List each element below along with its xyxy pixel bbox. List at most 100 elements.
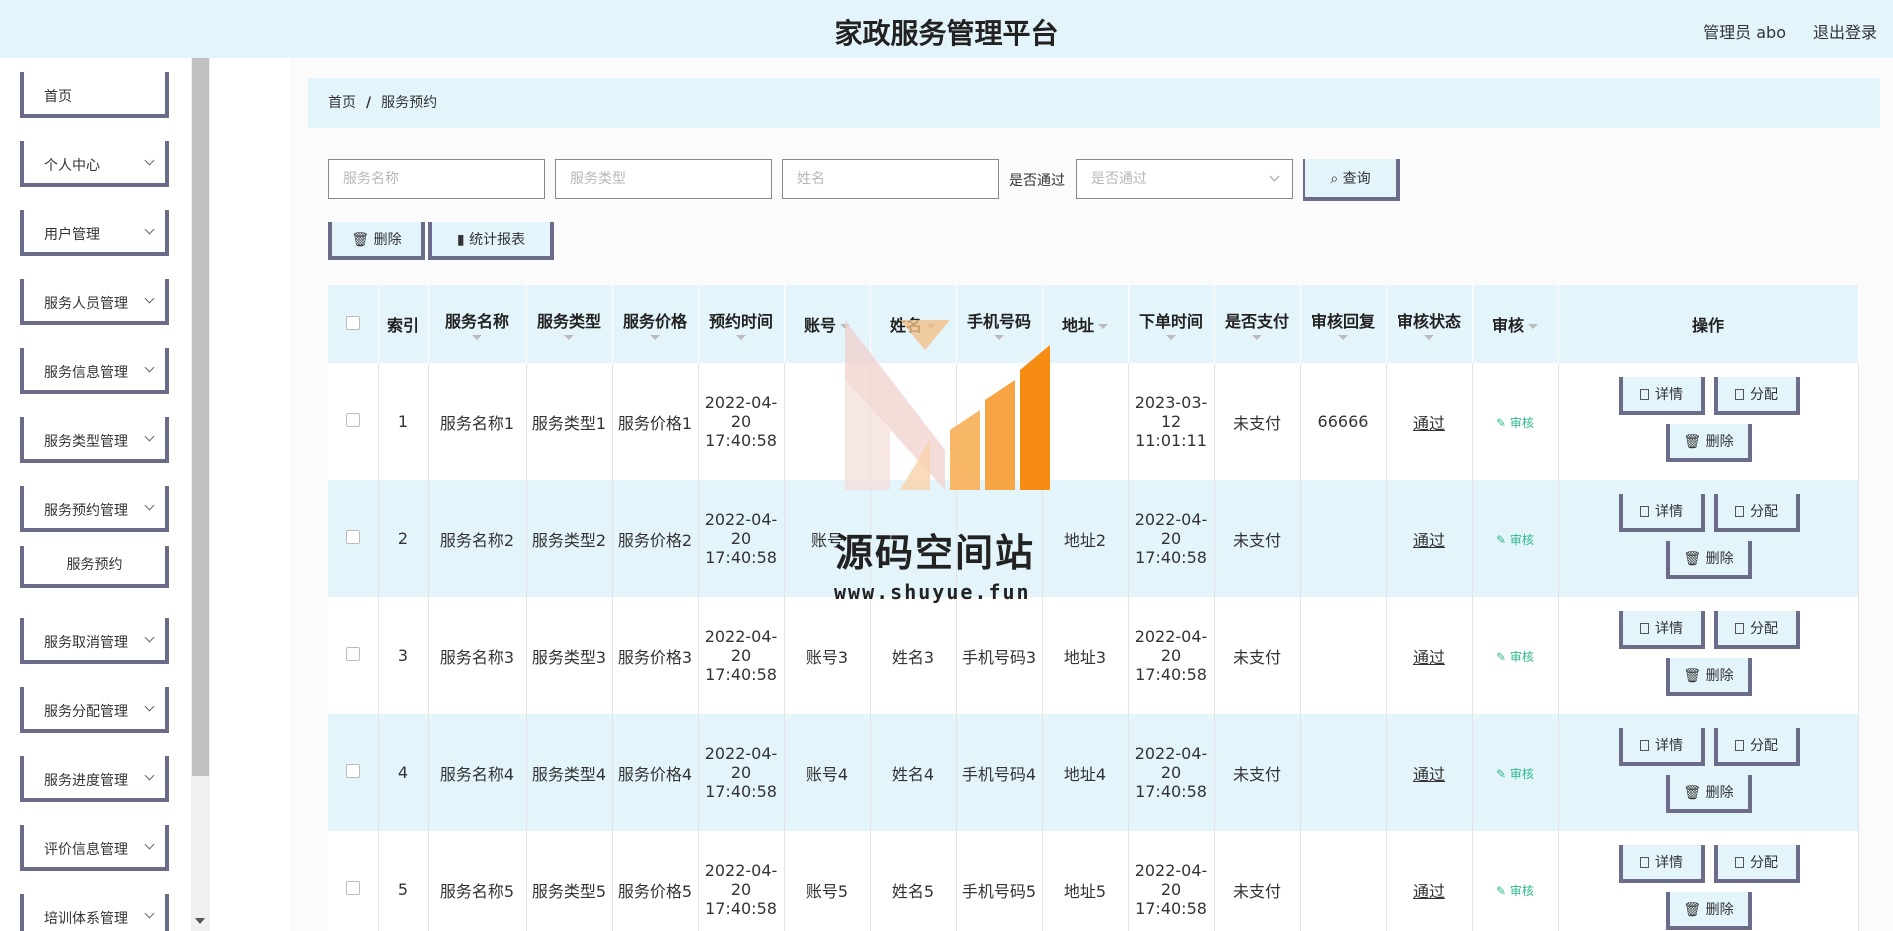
detail-button[interactable]: 详情 — [1618, 611, 1705, 649]
assign-button[interactable]: 分配 — [1713, 728, 1800, 766]
sidebar-scroll-thumb[interactable] — [192, 58, 209, 776]
sidebar-item-review-mgmt[interactable]: 评价信息管理 — [20, 825, 169, 871]
detail-button[interactable]: 详情 — [1618, 845, 1705, 883]
col-booking-time[interactable]: 预约时间 — [698, 285, 785, 363]
row-checkbox[interactable] — [345, 764, 360, 778]
assign-button[interactable]: 分配 — [1713, 611, 1800, 649]
cell-text: 账号4 — [805, 764, 849, 784]
sort-icon[interactable] — [564, 335, 574, 340]
bulk-delete-button[interactable]: 🗑 删除 — [328, 222, 425, 260]
sort-icon[interactable] — [1338, 335, 1348, 340]
cell-text: 3 — [397, 646, 409, 665]
sort-icon[interactable] — [1528, 324, 1538, 329]
logout-link[interactable]: 退出登录 — [1813, 19, 1877, 43]
sidebar-item-service-info[interactable]: 服务信息管理 — [20, 348, 169, 394]
cell-text[interactable]: 通过 — [1413, 765, 1445, 784]
audit-link[interactable]: 审核 — [1510, 533, 1534, 547]
sidebar-item-personal-center[interactable]: 个人中心 — [20, 141, 169, 187]
row-delete-button[interactable]: 🗑 删除 — [1665, 658, 1752, 696]
detail-label: 详情 — [1655, 504, 1683, 520]
bar-chart-icon: ▮ — [456, 232, 465, 248]
sidebar-item-label: 服务人员管理 — [44, 296, 128, 312]
row-delete-button[interactable]: 🗑 删除 — [1665, 541, 1752, 579]
sidebar-subitem-booking[interactable]: 服务预约 — [20, 546, 169, 588]
scroll-down-icon[interactable] — [195, 918, 205, 924]
cell-reply — [1300, 597, 1387, 714]
col-status[interactable]: 审核状态 — [1386, 285, 1473, 363]
service-name-input[interactable] — [328, 159, 545, 199]
select-all-checkbox[interactable] — [345, 315, 360, 330]
cell-text[interactable]: 通过 — [1413, 648, 1445, 667]
report-button[interactable]: ▮ 统计报表 — [428, 222, 554, 260]
table-row: 4 服务名称4 服务类型4 服务价格4 2022-04-20 17:40:58 账号4 姓名… — [328, 714, 1859, 831]
sidebar-item-booking-mgmt[interactable]: 服务预约管理 — [20, 486, 169, 532]
sort-icon[interactable] — [1424, 335, 1434, 340]
sort-icon[interactable] — [1252, 335, 1262, 340]
sort-icon[interactable] — [1098, 324, 1108, 329]
assign-button[interactable]: 分配 — [1713, 377, 1800, 415]
col-service-type[interactable]: 服务类型 — [526, 285, 613, 363]
cell-text: 姓名4 — [891, 764, 935, 784]
sidebar-item-home[interactable]: 首页 — [20, 72, 169, 118]
pass-select[interactable]: 是否通过 — [1076, 159, 1293, 199]
sidebar-item-assign-mgmt[interactable]: 服务分配管理 — [20, 687, 169, 733]
col-audit[interactable]: 审核 — [1472, 285, 1559, 363]
cell-text[interactable]: 通过 — [1413, 882, 1445, 901]
audit-link[interactable]: 审核 — [1510, 884, 1534, 898]
row-checkbox[interactable] — [345, 647, 360, 661]
col-order-time[interactable]: 下单时间 — [1128, 285, 1215, 363]
cell-text[interactable]: 通过 — [1413, 414, 1445, 433]
row-checkbox[interactable] — [345, 881, 360, 895]
breadcrumb-home[interactable]: 首页 — [328, 95, 356, 111]
col-phone[interactable]: 手机号码 — [956, 285, 1043, 363]
row-checkbox[interactable] — [345, 413, 360, 427]
row-checkbox[interactable] — [345, 530, 360, 544]
col-address[interactable]: 地址 — [1042, 285, 1129, 363]
col-price[interactable]: 服务价格 — [612, 285, 699, 363]
sidebar-item-progress-mgmt[interactable]: 服务进度管理 — [20, 756, 169, 802]
col-index[interactable]: 索引 — [378, 285, 429, 363]
sort-icon[interactable] — [650, 335, 660, 340]
cell-phone: 手机号码5 — [956, 831, 1043, 931]
col-service-name[interactable]: 服务名称 — [428, 285, 527, 363]
row-select-cell — [328, 597, 379, 714]
sidebar-item-cancel-mgmt[interactable]: 服务取消管理 — [20, 618, 169, 664]
sort-icon[interactable] — [1166, 335, 1176, 340]
cell-text: 服务类型3 — [531, 647, 607, 667]
sidebar-item-user-mgmt[interactable]: 用户管理 — [20, 210, 169, 256]
detail-button[interactable]: 详情 — [1618, 728, 1705, 766]
cell-address: 地址5 — [1042, 831, 1129, 931]
col-label: 账号 — [803, 316, 836, 335]
cell-text[interactable]: 通过 — [1413, 531, 1445, 550]
cell-text: 服务价格1 — [617, 413, 693, 433]
sidebar-item-service-type[interactable]: 服务类型管理 — [20, 417, 169, 463]
col-paid[interactable]: 是否支付 — [1214, 285, 1301, 363]
sort-icon[interactable] — [472, 335, 482, 340]
col-reply[interactable]: 审核回复 — [1300, 285, 1387, 363]
sort-icon[interactable] — [994, 335, 1004, 340]
row-delete-button[interactable]: 🗑 删除 — [1665, 892, 1752, 930]
detail-button[interactable]: 详情 — [1618, 494, 1705, 532]
col-account[interactable]: 账号 — [784, 285, 871, 363]
audit-link[interactable]: 审核 — [1510, 416, 1534, 430]
service-type-input[interactable] — [555, 159, 772, 199]
row-delete-button[interactable]: 🗑 删除 — [1665, 424, 1752, 462]
sidebar-item-training-mgmt[interactable]: 培训体系管理 — [20, 894, 169, 931]
audit-link[interactable]: 审核 — [1510, 767, 1534, 781]
sidebar-item-staff-mgmt[interactable]: 服务人员管理 — [20, 279, 169, 325]
cell-text: 2022-04-20 17:40:58 — [704, 744, 778, 801]
query-button[interactable]: ⌕ 查询 — [1303, 159, 1400, 201]
assign-label: 分配 — [1750, 504, 1778, 520]
cell-text: 手机号码4 — [961, 764, 1037, 784]
name-input[interactable] — [782, 159, 999, 199]
detail-button[interactable]: 详情 — [1618, 377, 1705, 415]
row-delete-button[interactable]: 🗑 删除 — [1665, 775, 1752, 813]
col-name[interactable]: 姓名 — [870, 285, 957, 363]
sort-icon[interactable] — [926, 324, 936, 329]
sort-icon[interactable] — [840, 324, 850, 329]
cell-status: 通过 — [1386, 480, 1473, 597]
assign-button[interactable]: 分配 — [1713, 845, 1800, 883]
audit-link[interactable]: 审核 — [1510, 650, 1534, 664]
assign-button[interactable]: 分配 — [1713, 494, 1800, 532]
sort-icon[interactable] — [736, 335, 746, 340]
